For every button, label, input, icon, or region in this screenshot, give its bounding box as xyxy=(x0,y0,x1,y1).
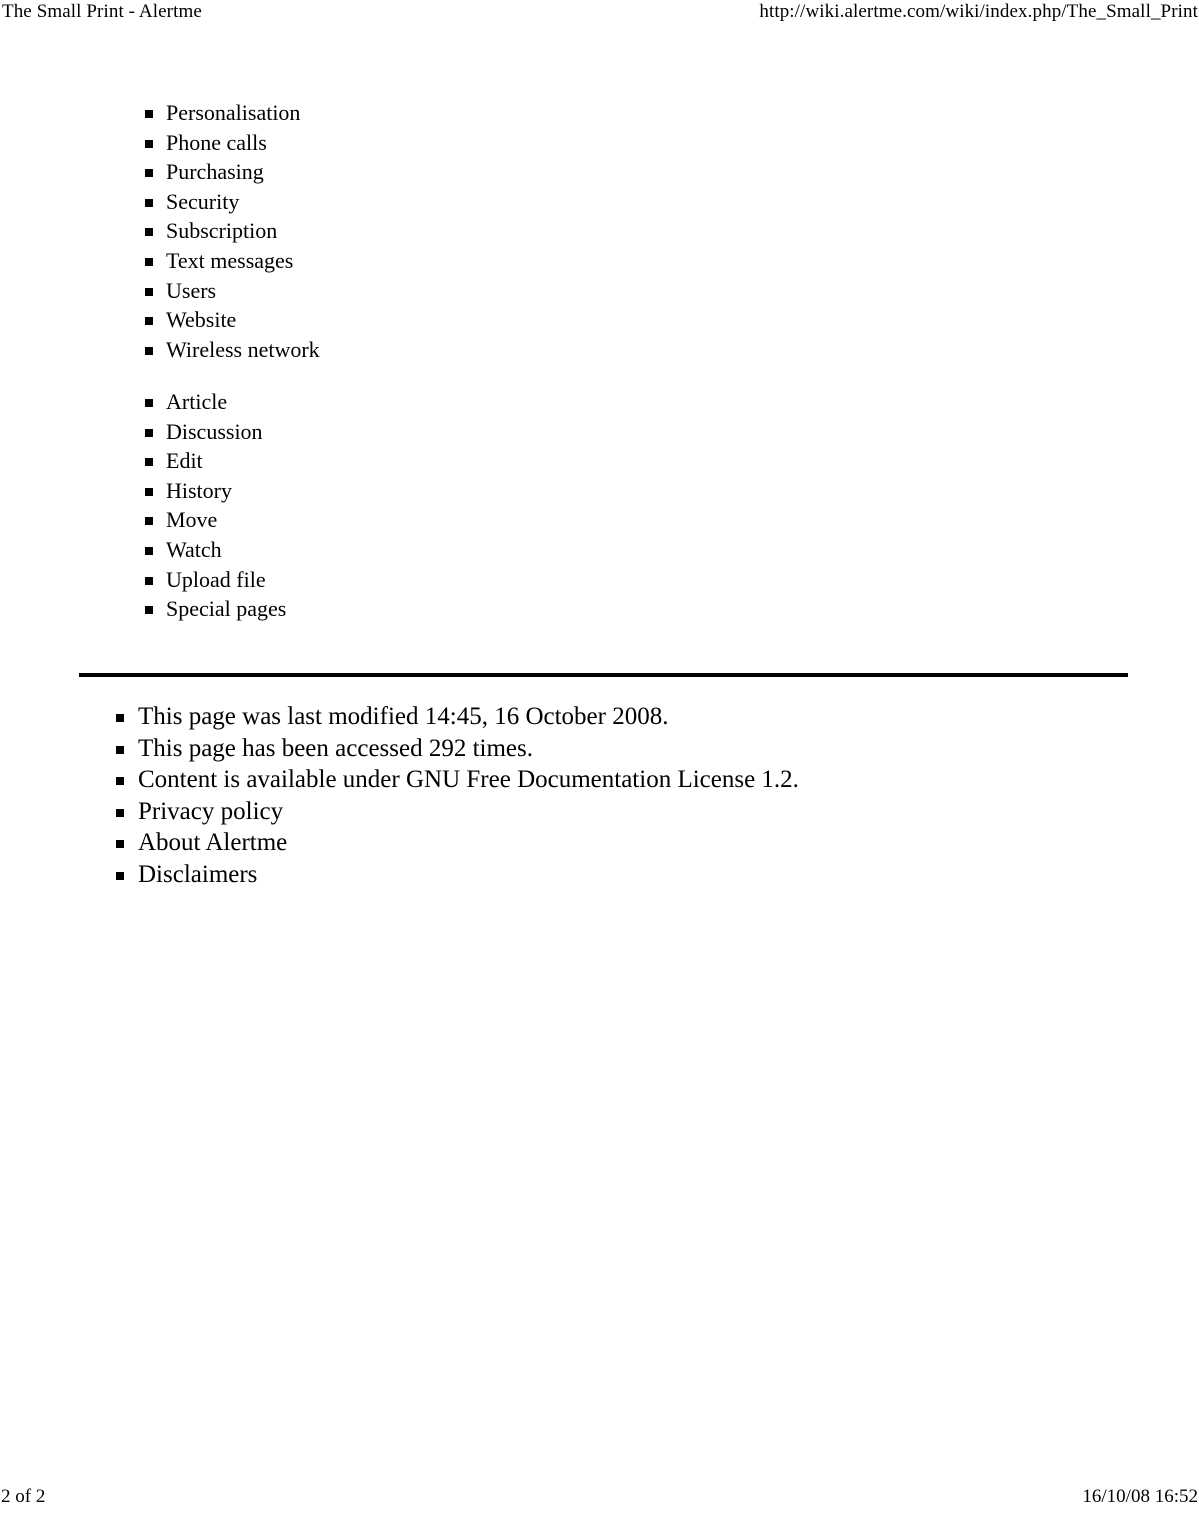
list-item[interactable]: Privacy policy xyxy=(116,796,799,828)
square-bullet-icon xyxy=(145,110,153,118)
square-bullet-icon xyxy=(116,808,124,817)
list-item[interactable]: Special pages xyxy=(145,594,286,624)
list-item-label: Subscription xyxy=(166,218,278,244)
list-item[interactable]: Text messages xyxy=(145,246,320,276)
print-header-url: http://wiki.alertme.com/wiki/index.php/T… xyxy=(759,1,1198,22)
list-item-label: Purchasing xyxy=(166,159,264,185)
list-item-label: Users xyxy=(166,277,217,303)
square-bullet-icon xyxy=(116,745,124,754)
list-item[interactable]: Watch xyxy=(145,535,286,565)
list-item-label: Watch xyxy=(166,536,222,562)
square-bullet-icon xyxy=(145,346,153,355)
access-count-text: This page has been accessed 292 times. xyxy=(138,734,534,762)
list-item-label: Special pages xyxy=(166,596,287,622)
list-item[interactable]: Edit xyxy=(145,446,286,476)
list-item[interactable]: Wireless network xyxy=(145,335,320,365)
list-item[interactable]: Article xyxy=(145,387,286,417)
privacy-policy-link: Privacy policy xyxy=(138,797,284,825)
page-action-links-list: Article Discussion Edit History Move Wat… xyxy=(145,387,286,624)
list-item[interactable]: Security xyxy=(145,187,320,217)
list-item: This page was last modified 14:45, 16 Oc… xyxy=(116,701,799,733)
square-bullet-icon xyxy=(145,458,153,467)
square-bullet-icon xyxy=(145,139,153,148)
list-item-label: Upload file xyxy=(166,566,266,592)
square-bullet-icon xyxy=(145,317,153,326)
square-bullet-icon xyxy=(116,777,124,786)
about-link: About Alertme xyxy=(138,829,288,857)
list-item-label: Wireless network xyxy=(166,336,320,362)
list-item-label: Text messages xyxy=(166,247,294,273)
print-page-header: The Small Print - Alertme http://wiki.al… xyxy=(0,0,1199,30)
square-bullet-icon xyxy=(145,576,153,585)
square-bullet-icon xyxy=(145,517,153,526)
square-bullet-icon xyxy=(116,871,124,880)
list-item-label: Discussion xyxy=(166,418,263,444)
list-item[interactable]: Discussion xyxy=(145,417,286,447)
square-bullet-icon xyxy=(116,840,124,849)
list-item[interactable]: Subscription xyxy=(145,216,320,246)
square-bullet-icon xyxy=(145,606,153,615)
list-item-label: History xyxy=(166,477,232,503)
list-item-label: Website xyxy=(166,307,237,333)
page-number-indicator: 2 of 2 xyxy=(1,1486,46,1507)
square-bullet-icon xyxy=(145,169,153,178)
list-item[interactable]: Website xyxy=(145,305,320,335)
square-bullet-icon xyxy=(145,198,153,207)
list-item[interactable]: Disclaimers xyxy=(116,859,799,891)
square-bullet-icon xyxy=(145,487,153,496)
wiki-footer-list: This page was last modified 14:45, 16 Oc… xyxy=(116,701,799,891)
list-item[interactable]: Upload file xyxy=(145,565,286,595)
list-item[interactable]: Phone calls xyxy=(145,128,320,158)
list-item-label: Security xyxy=(166,188,240,214)
list-item-label: Move xyxy=(166,507,218,533)
list-item-label: Personalisation xyxy=(166,100,301,125)
list-item-label: Phone calls xyxy=(166,129,267,155)
square-bullet-icon xyxy=(145,287,153,296)
square-bullet-icon xyxy=(145,399,153,407)
list-item[interactable]: Users xyxy=(145,276,320,306)
horizontal-rule-divider xyxy=(79,673,1128,677)
list-item: This page has been accessed 292 times. xyxy=(116,733,799,765)
print-page-footer: 2 of 2 16/10/08 16:52 xyxy=(0,1484,1199,1514)
print-timestamp: 16/10/08 16:52 xyxy=(1082,1486,1198,1507)
square-bullet-icon xyxy=(145,228,153,237)
license-text: Content is available under GNU Free Docu… xyxy=(138,766,799,794)
list-item-label: Article xyxy=(166,389,228,414)
square-bullet-icon xyxy=(116,714,124,722)
square-bullet-icon xyxy=(145,428,153,437)
list-item[interactable]: History xyxy=(145,476,286,506)
print-header-title: The Small Print - Alertme xyxy=(2,1,202,22)
last-modified-text: This page was last modified 14:45, 16 Oc… xyxy=(138,703,669,730)
list-item: Content is available under GNU Free Docu… xyxy=(116,764,799,796)
category-links-list: Personalisation Phone calls Purchasing S… xyxy=(145,98,320,364)
list-item[interactable]: Purchasing xyxy=(145,157,320,187)
disclaimers-link: Disclaimers xyxy=(138,860,258,888)
list-item[interactable]: About Alertme xyxy=(116,827,799,859)
square-bullet-icon xyxy=(145,546,153,555)
list-item-label: Edit xyxy=(166,448,203,474)
list-item[interactable]: Move xyxy=(145,505,286,535)
square-bullet-icon xyxy=(145,257,153,266)
list-item[interactable]: Personalisation xyxy=(145,98,320,128)
